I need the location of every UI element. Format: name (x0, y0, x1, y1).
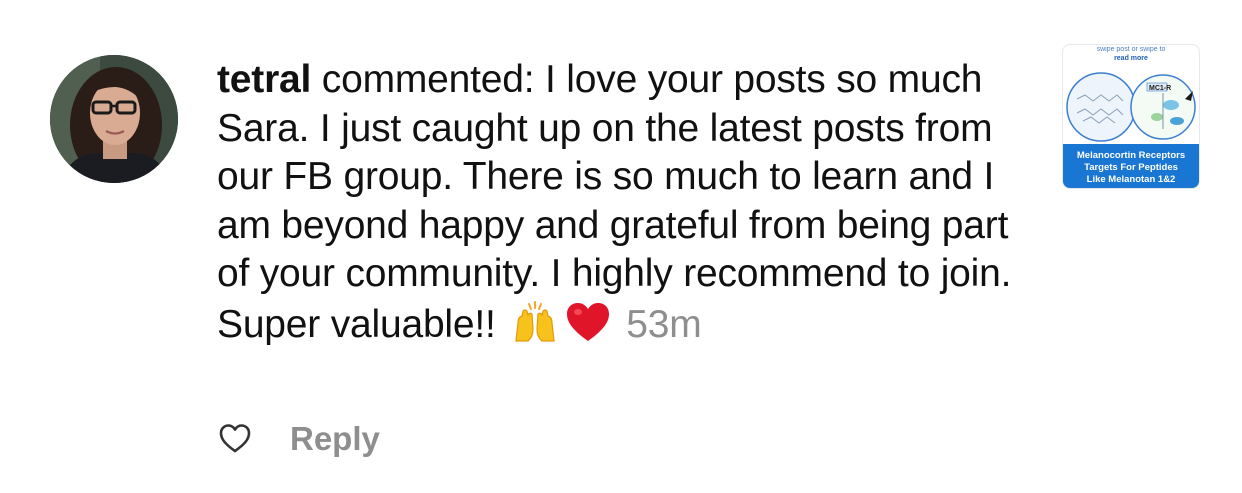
post-thumbnail[interactable]: swipe post or swipe to read more MC1-R M… (1062, 44, 1200, 189)
profile-photo (50, 55, 178, 183)
raising-hands-icon (512, 299, 558, 345)
thumbnail-banner-line1: Melanocortin Receptors (1076, 150, 1186, 161)
thumbnail-banner-line3: Like Melanotan 1&2 (1086, 174, 1176, 185)
thumbnail-header-line1: swipe post or swipe to (1096, 46, 1166, 53)
reply-button[interactable]: Reply (290, 420, 380, 458)
comment-text: tetral commented: I love your posts so m… (217, 56, 1037, 349)
red-heart-icon (564, 299, 612, 345)
avatar[interactable] (50, 55, 178, 183)
comment-timestamp: 53m (626, 302, 702, 346)
thumbnail-banner: Melanocortin Receptors Targets For Pepti… (1063, 144, 1199, 188)
thumbnail-diagram-label: MC1-R (1149, 85, 1172, 92)
comment-actions: Reply (218, 420, 380, 458)
comment-body: commented: I love your posts so much Sar… (217, 58, 1012, 346)
comment-username[interactable]: tetral (217, 58, 311, 101)
heart-outline-icon[interactable] (218, 422, 252, 456)
thumbnail-banner-line2: Targets For Peptides (1084, 162, 1178, 173)
